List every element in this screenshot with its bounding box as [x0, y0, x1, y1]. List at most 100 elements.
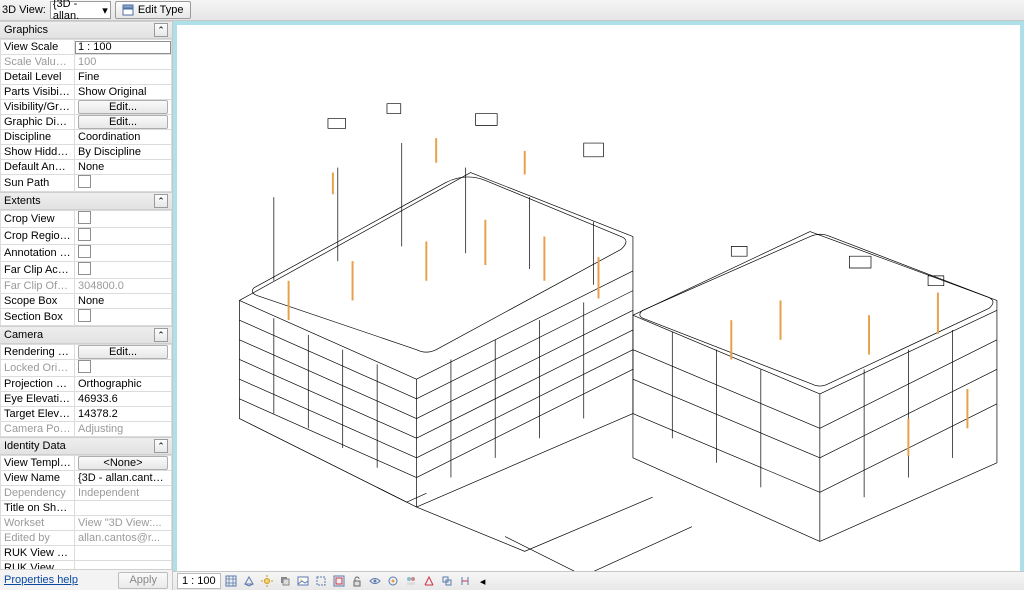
edit-button[interactable]: Edit...: [78, 100, 168, 114]
type-label: 3D View:: [2, 4, 46, 16]
prop-row: RUK View Gro...: [1, 546, 172, 561]
prop-value[interactable]: Fine: [75, 70, 172, 85]
prop-value[interactable]: [75, 262, 172, 279]
model-canvas[interactable]: [173, 21, 1024, 571]
collapse-icon[interactable]: ⌃: [154, 194, 168, 208]
checkbox[interactable]: [78, 245, 91, 258]
prop-value[interactable]: Orthographic: [75, 377, 172, 392]
prop-value[interactable]: <None>: [75, 456, 172, 471]
prop-value[interactable]: [75, 561, 172, 570]
section-header-camera[interactable]: Camera⌃: [0, 326, 172, 344]
crop-view-icon[interactable]: [313, 573, 329, 589]
prop-value[interactable]: [75, 228, 172, 245]
chevron-left-icon[interactable]: ◂: [475, 573, 491, 589]
checkbox[interactable]: [78, 309, 91, 322]
prop-value[interactable]: [75, 40, 172, 55]
sun-path-icon[interactable]: [259, 573, 275, 589]
prop-value[interactable]: Edit...: [75, 100, 172, 115]
prop-value[interactable]: 46933.6: [75, 392, 172, 407]
prop-row: Visibility/Grap...Edit...: [1, 100, 172, 115]
prop-value[interactable]: [75, 211, 172, 228]
prop-value[interactable]: {3D - allan.cantos...: [75, 471, 172, 486]
edit-button[interactable]: Edit...: [78, 345, 168, 359]
checkbox[interactable]: [78, 228, 91, 241]
temporary-hide-isolate-icon[interactable]: [367, 573, 383, 589]
prop-row: View Scale: [1, 40, 172, 55]
prop-row: Camera Positi...Adjusting: [1, 422, 172, 437]
prop-label: Default Analy...: [1, 160, 75, 175]
prop-value[interactable]: [75, 546, 172, 561]
prop-row: Far Clip Active: [1, 262, 172, 279]
edit-type-button[interactable]: Edit Type: [115, 1, 191, 19]
edit-button[interactable]: Edit...: [78, 115, 168, 129]
prop-row: View Name{3D - allan.cantos...: [1, 471, 172, 486]
shadows-icon[interactable]: [277, 573, 293, 589]
prop-label: Rendering Set...: [1, 345, 75, 360]
prop-value[interactable]: By Discipline: [75, 145, 172, 160]
prop-value[interactable]: Edit...: [75, 115, 172, 130]
type-selector[interactable]: {3D - allan. ▾: [50, 1, 111, 19]
prop-row: Section Box: [1, 309, 172, 326]
collapse-icon[interactable]: ⌃: [154, 23, 168, 37]
prop-label: Dependency: [1, 486, 75, 501]
properties-panel: Graphics⌃View ScaleScale Value 1:100Deta…: [0, 21, 173, 590]
checkbox[interactable]: [78, 262, 91, 275]
value-input[interactable]: [75, 41, 171, 54]
prop-label: Sun Path: [1, 175, 75, 192]
view-scale-selector[interactable]: 1 : 100: [177, 573, 221, 589]
section-header-graphics[interactable]: Graphics⌃: [0, 21, 172, 39]
prop-label: Graphic Displ...: [1, 115, 75, 130]
apply-button[interactable]: Apply: [118, 572, 168, 589]
detail-level-icon[interactable]: [223, 573, 239, 589]
prop-label: Far Clip Offset: [1, 279, 75, 294]
prop-row: Far Clip Offset304800.0: [1, 279, 172, 294]
prop-value: 304800.0: [75, 279, 172, 294]
prop-value: View "3D View:...: [75, 516, 172, 531]
prop-row: WorksetView "3D View:...: [1, 516, 172, 531]
prop-label: Discipline: [1, 130, 75, 145]
collapse-icon[interactable]: ⌃: [154, 439, 168, 453]
prop-label: Target Elevation: [1, 407, 75, 422]
prop-value[interactable]: Coordination: [75, 130, 172, 145]
visual-style-icon[interactable]: [241, 573, 257, 589]
prop-label: Crop View: [1, 211, 75, 228]
analytical-model-icon[interactable]: [421, 573, 437, 589]
prop-row: RUK View Sub...: [1, 561, 172, 570]
edit-button[interactable]: <None>: [78, 456, 168, 470]
prop-row: Graphic Displ...Edit...: [1, 115, 172, 130]
prop-row: Crop Region ...: [1, 228, 172, 245]
worksharing-display-icon[interactable]: [403, 573, 419, 589]
prop-row: Annotation Cr...: [1, 245, 172, 262]
prop-value[interactable]: [75, 501, 172, 516]
prop-value[interactable]: 14378.2: [75, 407, 172, 422]
prop-value[interactable]: [75, 245, 172, 262]
prop-value[interactable]: None: [75, 294, 172, 309]
prop-label: View Scale: [1, 40, 75, 55]
reveal-hidden-icon[interactable]: [385, 573, 401, 589]
prop-value[interactable]: [75, 309, 172, 326]
reveal-constraints-icon[interactable]: [457, 573, 473, 589]
prop-label: Camera Positi...: [1, 422, 75, 437]
collapse-icon[interactable]: ⌃: [154, 328, 168, 342]
prop-value: [75, 360, 172, 377]
properties-help-link[interactable]: Properties help: [4, 574, 78, 586]
show-crop-region-icon[interactable]: [331, 573, 347, 589]
highlight-displacement-icon[interactable]: [439, 573, 455, 589]
prop-label: Eye Elevation: [1, 392, 75, 407]
prop-value: Adjusting: [75, 422, 172, 437]
checkbox[interactable]: [78, 211, 91, 224]
prop-value[interactable]: Edit...: [75, 345, 172, 360]
section-header-extents[interactable]: Extents ⌃: [0, 192, 172, 210]
prop-label: Detail Level: [1, 70, 75, 85]
section-header-identity-data[interactable]: Identity Data⌃: [0, 437, 172, 455]
prop-label: Title on Sheet: [1, 501, 75, 516]
prop-label: Workset: [1, 516, 75, 531]
unlock-view-icon[interactable]: [349, 573, 365, 589]
section-title: Extents: [4, 195, 41, 207]
checkbox[interactable]: [78, 175, 91, 188]
prop-label: Edited by: [1, 531, 75, 546]
prop-value[interactable]: None: [75, 160, 172, 175]
prop-value[interactable]: [75, 175, 172, 192]
rendering-dialog-icon[interactable]: [295, 573, 311, 589]
prop-value[interactable]: Show Original: [75, 85, 172, 100]
